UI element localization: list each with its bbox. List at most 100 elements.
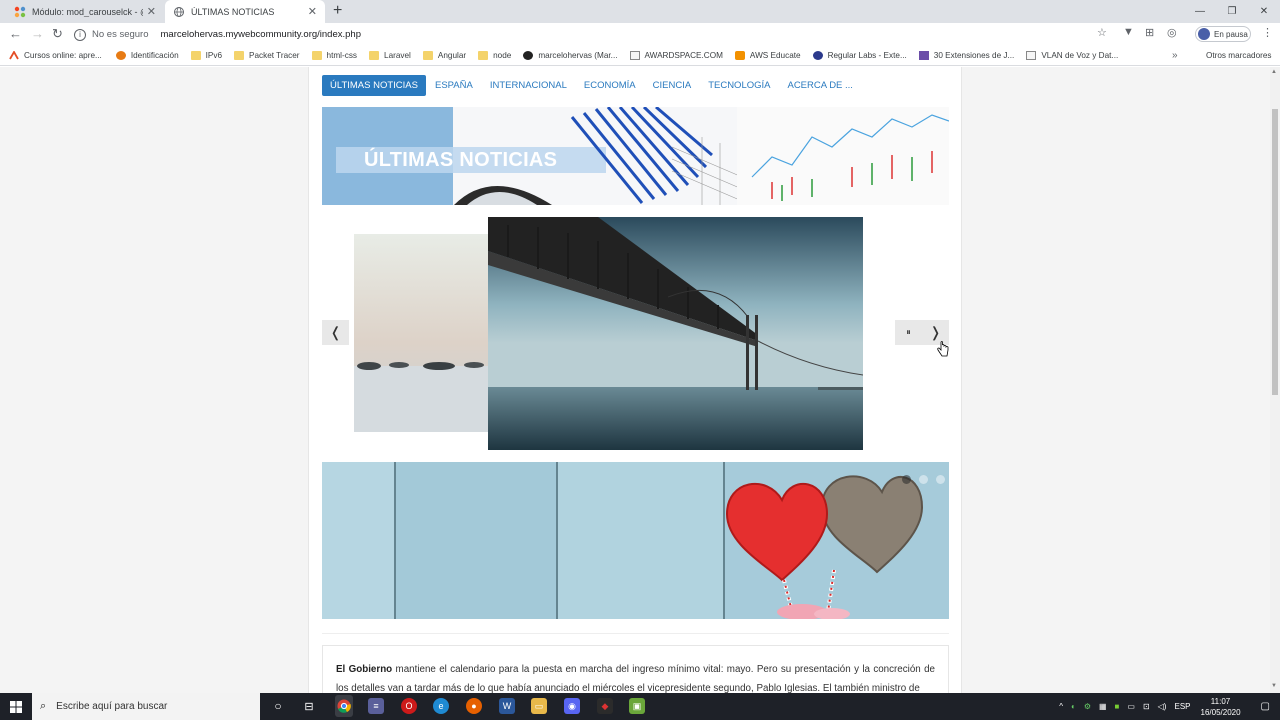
menu-item-tecnologia[interactable]: TECNOLOGÍA	[700, 75, 778, 96]
hand-cursor-icon	[937, 341, 949, 357]
close-window-icon[interactable]: ✕	[1248, 0, 1280, 22]
menu-item-espana[interactable]: ESPAÑA	[427, 75, 481, 96]
bookmark-item[interactable]: node	[478, 51, 511, 60]
menu-item-economia[interactable]: ECONOMÍA	[576, 75, 644, 96]
tray-app-icon[interactable]: ▦	[1099, 702, 1107, 711]
slider-dot[interactable]	[936, 475, 945, 484]
bookmark-item[interactable]: Identificación	[115, 51, 179, 60]
language-indicator[interactable]: ESP	[1174, 702, 1190, 711]
slider-dot[interactable]	[902, 475, 911, 484]
nvidia-icon[interactable]: ■	[1115, 702, 1120, 711]
task-view-icon[interactable]: ⊟	[301, 698, 317, 714]
bookmark-item[interactable]: Regular Labs - Exte...	[812, 51, 907, 60]
menu-item-internacional[interactable]: INTERNACIONAL	[482, 75, 575, 96]
windows-start-button[interactable]	[0, 693, 32, 720]
bookmark-item[interactable]: 30 Extensiones de J...	[918, 51, 1014, 60]
bookmark-item[interactable]: Cursos online: apre...	[9, 51, 102, 60]
menu-item-acerca-de[interactable]: ACERCA DE ...	[779, 75, 860, 96]
browser-toolbar: ← → ↻ i No es seguro marcelohervas.myweb…	[0, 23, 1280, 46]
tab-modulo[interactable]: Módulo: mod_carouselck - @INF ✕	[6, 0, 164, 23]
scroll-thumb[interactable]	[1272, 109, 1278, 395]
bookmark-item[interactable]: marcelohervas (Mar...	[523, 51, 618, 60]
word-icon[interactable]: W	[499, 698, 515, 714]
forward-icon[interactable]: →	[31, 26, 44, 41]
bookmark-item[interactable]: html-css	[311, 51, 357, 60]
bookmark-item[interactable]: AWARDSPACE.COM	[629, 51, 723, 60]
menu-dots-icon[interactable]: ⋮	[1262, 26, 1273, 39]
reload-icon[interactable]: ↻	[52, 26, 63, 42]
tab-title: ÚLTIMAS NOTICIAS	[191, 6, 275, 17]
back-icon[interactable]: ←	[9, 26, 22, 41]
windows-taskbar: ⌕ Escribe aquí para buscar ○ ⊟ ≡ O e ● W…	[0, 693, 1280, 720]
notifications-icon[interactable]: ▢	[1261, 701, 1270, 712]
bookmark-item[interactable]: Angular	[422, 51, 466, 60]
slider-dot[interactable]	[919, 475, 928, 484]
tab-title: Módulo: mod_carouselck - @INF	[32, 6, 143, 17]
star-icon[interactable]: ☆	[1097, 26, 1107, 39]
firefox-icon[interactable]: ●	[466, 698, 482, 714]
address-bar[interactable]: i No es seguro marcelohervas.mywebcommun…	[74, 25, 1114, 44]
divider	[322, 633, 949, 634]
network-icon[interactable]: ⊡	[1143, 702, 1150, 711]
app-icon[interactable]: ≡	[368, 698, 384, 714]
header-banner: ÚLTIMAS NOTICIAS	[322, 107, 949, 205]
extension-filter-icon[interactable]: ▼	[1123, 26, 1134, 38]
close-tab-icon[interactable]: ✕	[308, 5, 317, 18]
main-menu: ÚLTIMAS NOTICIAS ESPAÑA INTERNACIONAL EC…	[322, 75, 862, 96]
carousel-prev-button[interactable]: ❬	[322, 320, 349, 345]
bookmark-item[interactable]: IPv6	[190, 51, 222, 60]
regular-labs-icon	[812, 51, 823, 60]
tray-expand-icon[interactable]: ^	[1059, 702, 1063, 711]
other-bookmarks[interactable]: Otros marcadores	[1191, 51, 1272, 60]
minimize-icon[interactable]: —	[1184, 0, 1216, 22]
article-lead: El Gobierno	[336, 664, 393, 675]
scroll-down-icon[interactable]: ▼	[1271, 683, 1277, 689]
aws-icon	[734, 51, 745, 60]
bookmark-item[interactable]: Laravel	[369, 51, 411, 60]
taskbar-clock[interactable]: 11:07 16/05/2020	[1201, 696, 1241, 718]
carousel-side-image	[354, 234, 488, 432]
edge-icon[interactable]: e	[433, 698, 449, 714]
search-icon: ⌕	[40, 700, 47, 712]
tray-app-icon[interactable]: ◐	[1071, 702, 1076, 711]
carousel-main-image[interactable]	[488, 217, 863, 450]
extension-translate-icon[interactable]: ⊞	[1145, 26, 1154, 39]
taskbar-search[interactable]: ⌕ Escribe aquí para buscar	[32, 693, 260, 720]
menu-item-ultimas-noticias[interactable]: ÚLTIMAS NOTICIAS	[322, 75, 426, 96]
chrome-icon[interactable]	[335, 695, 353, 717]
folder-icon	[369, 51, 380, 60]
carousel-pause-button[interactable]: ⏸	[895, 320, 922, 345]
github-icon	[523, 51, 534, 60]
clock-date: 16/05/2020	[1200, 707, 1241, 717]
bookmark-item[interactable]: Packet Tracer	[234, 51, 300, 60]
close-tab-icon[interactable]: ✕	[147, 5, 156, 18]
android-studio-icon[interactable]: ▣	[629, 698, 645, 714]
purple-square-icon	[918, 51, 929, 60]
opera-icon[interactable]: O	[401, 698, 417, 714]
media-icon[interactable]: ◆	[597, 698, 613, 714]
profile-button[interactable]: En pausa	[1195, 26, 1251, 42]
site-container: ÚLTIMAS NOTICIAS ESPAÑA INTERNACIONAL EC…	[308, 67, 962, 693]
tray-app-icon[interactable]: ⚙	[1084, 702, 1091, 711]
info-icon[interactable]: i	[74, 28, 86, 41]
discord-icon[interactable]: ◉	[564, 698, 580, 714]
bookmark-item[interactable]: VLAN de Voz y Dat...	[1026, 51, 1118, 60]
menu-item-ciencia[interactable]: CIENCIA	[645, 75, 700, 96]
page-scrollbar[interactable]: ▲ ▼	[1270, 67, 1280, 693]
cortana-icon[interactable]: ○	[270, 698, 286, 714]
extension-circle-icon[interactable]: ◎	[1167, 26, 1177, 39]
scroll-up-icon[interactable]: ▲	[1271, 69, 1277, 75]
new-tab-button[interactable]: +	[333, 2, 342, 20]
restore-icon[interactable]: ❐	[1216, 0, 1248, 22]
page-viewport: ÚLTIMAS NOTICIAS ESPAÑA INTERNACIONAL EC…	[0, 67, 1270, 693]
tab-ultimas-noticias[interactable]: ÚLTIMAS NOTICIAS ✕	[165, 0, 325, 23]
folder-icon	[311, 51, 322, 60]
folder-icon	[478, 51, 489, 60]
bookmark-item[interactable]: AWS Educate	[734, 51, 801, 60]
volume-icon[interactable]: ◁)	[1158, 702, 1167, 711]
url-text[interactable]: marcelohervas.mywebcommunity.org/index.p…	[161, 29, 361, 40]
tray-app-icon[interactable]: ▭	[1127, 702, 1135, 711]
hearts-image	[322, 462, 949, 619]
file-explorer-icon[interactable]: ▭	[531, 698, 547, 714]
more-bookmarks-icon[interactable]: »	[1172, 50, 1178, 61]
